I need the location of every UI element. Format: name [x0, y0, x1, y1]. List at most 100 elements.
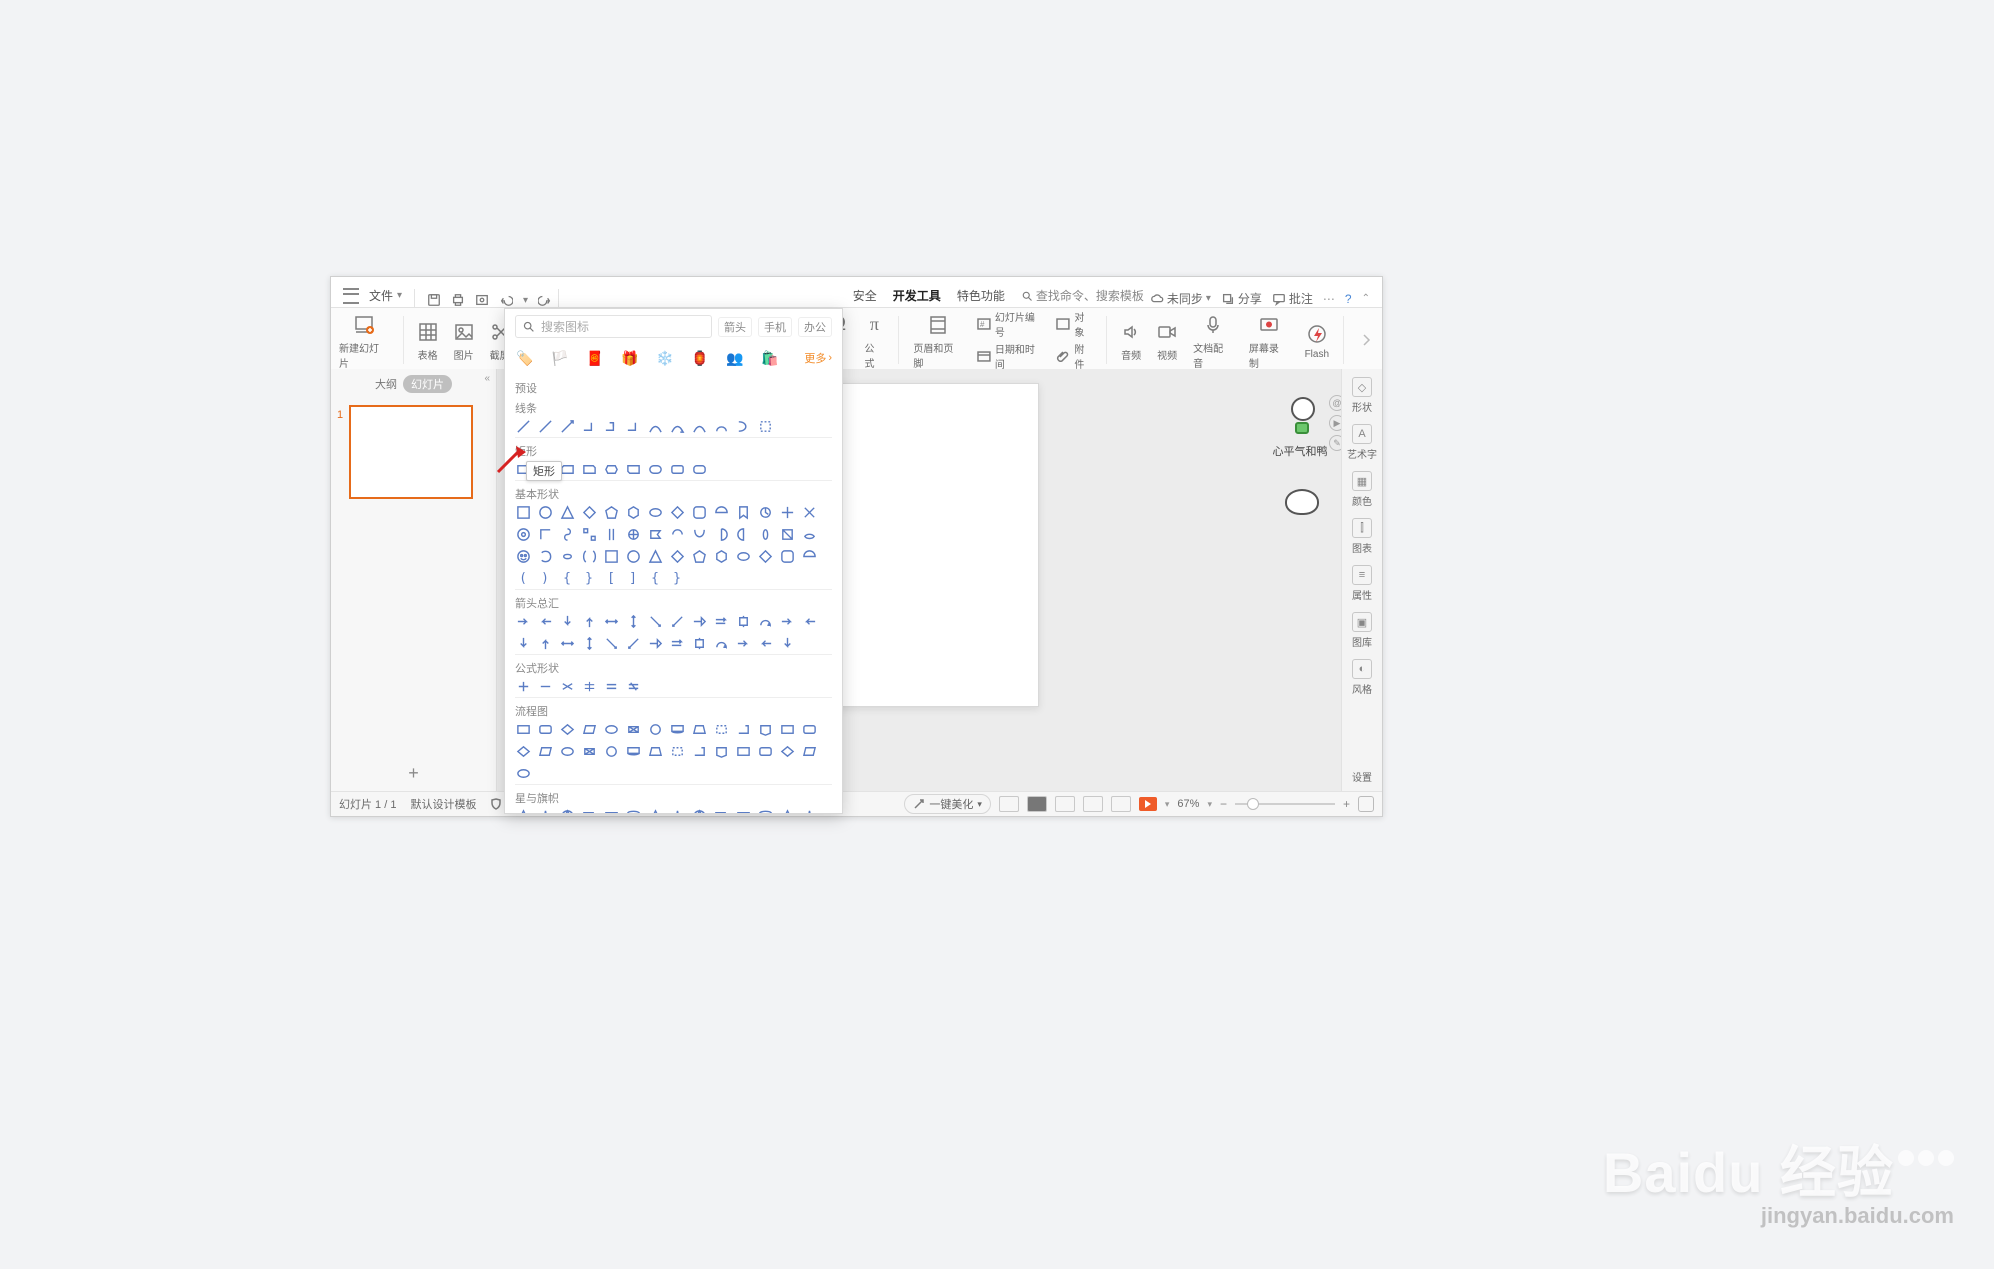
shape-item[interactable] [669, 743, 685, 759]
tab-safety[interactable]: 安全 [853, 287, 877, 304]
audio-button[interactable]: 音频 [1117, 318, 1145, 362]
tab-search[interactable]: 查找命令、搜索模板 [1021, 287, 1144, 304]
video-button[interactable]: 视频 [1153, 318, 1181, 362]
shape-item[interactable] [581, 548, 597, 564]
slide-number-button[interactable]: #幻灯片编号 [977, 309, 1044, 339]
zoom-slider[interactable] [1235, 803, 1335, 805]
shape-item[interactable] [713, 635, 729, 651]
shape-item[interactable] [559, 526, 575, 542]
screen-record-button[interactable]: 屏幕录制 [1245, 311, 1293, 370]
shape-item[interactable] [779, 808, 795, 814]
picture-button[interactable]: 图片 [450, 318, 478, 362]
shape-item[interactable] [691, 504, 707, 520]
shape-item[interactable] [801, 721, 817, 737]
share-button[interactable]: 分享 [1221, 290, 1262, 307]
shape-item[interactable] [757, 721, 773, 737]
shape-item[interactable] [713, 504, 729, 520]
save-icon[interactable] [427, 293, 441, 307]
shape-item[interactable] [779, 613, 795, 629]
zoom-value[interactable]: 67% [1177, 798, 1199, 810]
mascot-widget[interactable]: @ ▶ ✎ 心平气和鸭 [1271, 397, 1329, 459]
shape-item[interactable] [625, 526, 641, 542]
shape-item[interactable] [669, 418, 685, 434]
shape-item[interactable] [647, 743, 663, 759]
shape-item[interactable] [603, 526, 619, 542]
shape-item[interactable] [581, 635, 597, 651]
cat-icon-3[interactable]: 🧧 [585, 348, 605, 368]
shape-item[interactable] [603, 743, 619, 759]
shape-item[interactable] [603, 808, 619, 814]
shape-item[interactable] [647, 635, 663, 651]
shape-item[interactable] [691, 743, 707, 759]
shape-item[interactable] [713, 526, 729, 542]
shape-item[interactable] [713, 548, 729, 564]
shape-item[interactable] [625, 548, 641, 564]
shape-item[interactable] [691, 548, 707, 564]
formula-button[interactable]: π 公式 [861, 311, 889, 370]
cat-icon-8[interactable]: 🛍️ [760, 348, 780, 368]
attachment-button[interactable]: 附件 [1056, 341, 1094, 371]
search-tag-phone[interactable]: 手机 [758, 317, 792, 337]
search-tag-arrow[interactable]: 箭头 [718, 317, 752, 337]
shape-item[interactable] [735, 418, 751, 434]
more-icon[interactable]: ⋯ [1323, 292, 1335, 306]
shape-item[interactable] [801, 613, 817, 629]
shape-item[interactable] [559, 678, 575, 694]
shape-item[interactable] [669, 504, 685, 520]
shape-item[interactable] [603, 678, 619, 694]
sidebox-library[interactable]: ▣图库 [1352, 612, 1372, 649]
shape-item[interactable]: ( [515, 570, 531, 586]
new-slide-button[interactable]: 新建幻灯片 [335, 311, 393, 370]
ribbon-overflow[interactable] [1354, 326, 1378, 354]
shape-item[interactable] [537, 635, 553, 651]
view-sorter-button[interactable] [1027, 796, 1047, 812]
shape-item[interactable] [603, 504, 619, 520]
shape-item[interactable] [735, 721, 751, 737]
shape-item[interactable] [625, 721, 641, 737]
shape-item[interactable] [779, 635, 795, 651]
shape-item[interactable] [713, 613, 729, 629]
template-name[interactable]: 默认设计模板 [410, 796, 476, 812]
shape-item[interactable] [603, 721, 619, 737]
shape-item[interactable] [757, 418, 773, 434]
shape-item[interactable] [603, 548, 619, 564]
shape-item[interactable] [515, 635, 531, 651]
shape-item[interactable] [581, 504, 597, 520]
shape-item[interactable] [691, 721, 707, 737]
shape-item[interactable] [647, 418, 663, 434]
shape-item[interactable] [581, 418, 597, 434]
shape-item[interactable] [713, 743, 729, 759]
shape-item[interactable] [691, 461, 707, 477]
shape-item[interactable] [669, 613, 685, 629]
shape-item[interactable] [669, 635, 685, 651]
shape-item[interactable] [559, 613, 575, 629]
shape-item[interactable] [757, 548, 773, 564]
shape-item[interactable]: ] [625, 570, 641, 586]
shape-item[interactable] [669, 808, 685, 814]
shape-item[interactable] [779, 504, 795, 520]
thumbnail-tab[interactable]: 幻灯片 [403, 375, 452, 393]
shape-item[interactable] [713, 808, 729, 814]
slide-thumbnail[interactable]: 1 [349, 405, 473, 499]
shape-item[interactable] [801, 743, 817, 759]
shape-item[interactable] [515, 526, 531, 542]
sidebox-chart[interactable]: ⫿图表 [1352, 518, 1372, 555]
shape-item[interactable] [581, 461, 597, 477]
shape-item[interactable] [515, 678, 531, 694]
shape-item[interactable] [647, 613, 663, 629]
view-notes-button[interactable] [1111, 796, 1131, 812]
shape-item[interactable] [559, 504, 575, 520]
shape-item[interactable] [801, 504, 817, 520]
shape-item[interactable] [625, 635, 641, 651]
file-menu-button[interactable]: 文件 ▾ [337, 284, 408, 307]
shape-item[interactable] [603, 613, 619, 629]
sidebox-style[interactable]: ◐风格 [1352, 659, 1372, 696]
shape-item[interactable] [647, 548, 663, 564]
flash-button[interactable]: Flash [1301, 320, 1333, 360]
shape-item[interactable] [581, 678, 597, 694]
shape-item[interactable]: [ [603, 570, 619, 586]
shape-item[interactable] [559, 808, 575, 814]
shape-item[interactable] [735, 635, 751, 651]
shape-item[interactable] [581, 808, 597, 814]
shape-item[interactable] [537, 678, 553, 694]
